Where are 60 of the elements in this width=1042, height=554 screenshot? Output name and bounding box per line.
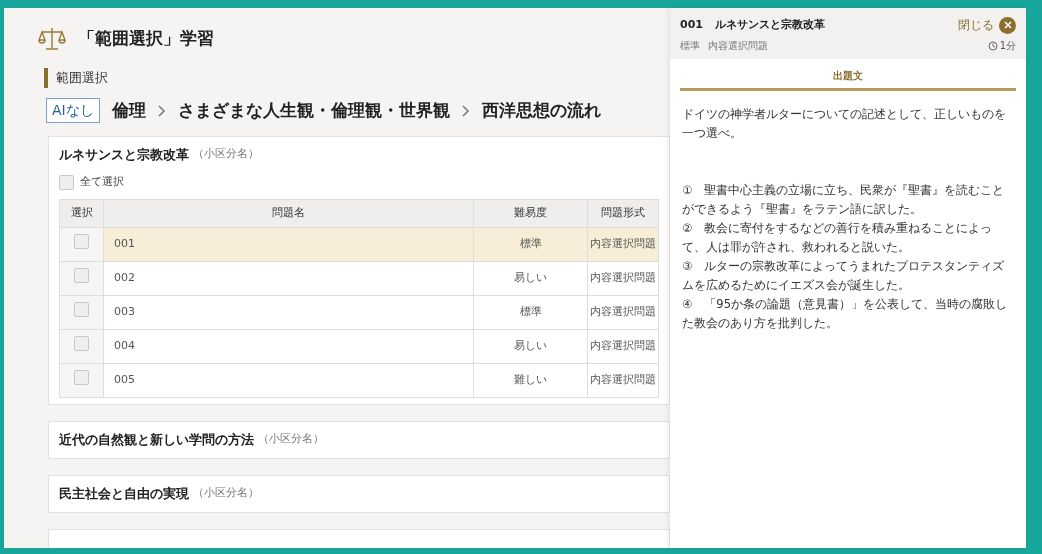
close-icon [1003, 21, 1012, 29]
checkbox[interactable] [74, 301, 89, 317]
table-cell: 易しい [473, 329, 588, 363]
question-tab[interactable]: 出題文 [833, 68, 863, 83]
section-label: 範囲選択 [56, 69, 108, 88]
table-cell: 標準 [473, 227, 588, 261]
table-row[interactable]: 002 易しい 内容選択問題 [59, 261, 659, 295]
table-cell: 004 [103, 329, 474, 363]
breadcrumb-item[interactable]: 西洋思想の流れ [481, 98, 601, 124]
answer-option: ④ 「95か条の論題（意見書）」を公表して、当時の腐敗した教会のあり方を批判した。 [682, 295, 1014, 333]
column-header: 選択 [59, 199, 104, 227]
table-row[interactable]: 001 標準 内容選択問題 [59, 227, 659, 261]
question-title: ルネサンスと宗教改革 [714, 16, 825, 33]
clock-icon [987, 40, 998, 51]
select-all-label: 全て選択 [80, 174, 124, 191]
question-number: 001 [680, 16, 703, 33]
table-cell: 標準 [473, 295, 588, 329]
close-button[interactable]: 閉じる [958, 16, 1016, 34]
time-label: 1分 [999, 39, 1016, 53]
table-cell: 易しい [473, 261, 588, 295]
checkbox[interactable] [74, 233, 89, 249]
breadcrumb-item[interactable]: さまざまな人生観・倫理観・世界観 [177, 98, 450, 124]
table-row[interactable]: 003 標準 内容選択問題 [59, 295, 659, 329]
table-cell: 003 [103, 295, 474, 329]
column-header: 難易度 [473, 199, 588, 227]
table-cell: 001 [103, 227, 474, 261]
question-text: ドイツの神学者ルターについての記述として、正しいものを一つ選べ。 [682, 106, 1007, 142]
table-cell: 005 [103, 363, 474, 397]
table-cell: 002 [103, 261, 474, 295]
section-note: （小区分名） [193, 485, 259, 502]
page-title: 「範囲選択」学習 [78, 27, 214, 51]
ai-badge: AIなし [46, 98, 100, 124]
answer-option: ③ ルターの宗教改革によってうまれたプロテスタンティズムを広めるためにイエズス会が誕生した。 [682, 257, 1014, 295]
difficulty-label: 標準 [680, 39, 700, 53]
section-note: （小区分名） [258, 431, 324, 448]
checkbox[interactable] [74, 267, 89, 283]
answer-option: ② 教会に寄付をするなどの善行を積み重ねることによって、人は罪が許され、救われると説いた。 [682, 219, 1014, 257]
table-cell: 内容選択問題 [587, 261, 659, 295]
table-row[interactable]: 005 難しい 内容選択問題 [59, 363, 659, 397]
column-header: 問題形式 [587, 199, 659, 227]
section-note: （小区分名） [193, 146, 259, 163]
balance-scale-icon [38, 26, 66, 52]
format-label: 内容選択問題 [708, 39, 768, 53]
table-cell: 難しい [473, 363, 588, 397]
table-cell: 内容選択問題 [587, 295, 659, 329]
checkbox[interactable] [74, 369, 89, 385]
answer-option: ① 聖書中心主義の立場に立ち、民衆が『聖書』を読むことができるよう『聖書』をラテン語に訳した。 [682, 181, 1014, 219]
table-cell: 内容選択問題 [587, 329, 659, 363]
column-header: 問題名 [103, 199, 474, 227]
chevron-right-icon [461, 104, 470, 117]
checkbox[interactable] [59, 175, 74, 190]
table-cell: 内容選択問題 [587, 363, 659, 397]
section-title[interactable]: ルネサンスと宗教改革 [59, 144, 189, 165]
checkbox[interactable] [74, 335, 89, 351]
table-cell: 内容選択問題 [587, 227, 659, 261]
chevron-right-icon [157, 104, 166, 117]
section-title[interactable]: 民主社会と自由の実現 [59, 483, 189, 504]
table-row[interactable]: 004 易しい 内容選択問題 [59, 329, 659, 363]
breadcrumb-item[interactable]: 倫理 [111, 98, 146, 124]
section-title[interactable]: 近代の自然観と新しい学問の方法 [59, 429, 254, 450]
